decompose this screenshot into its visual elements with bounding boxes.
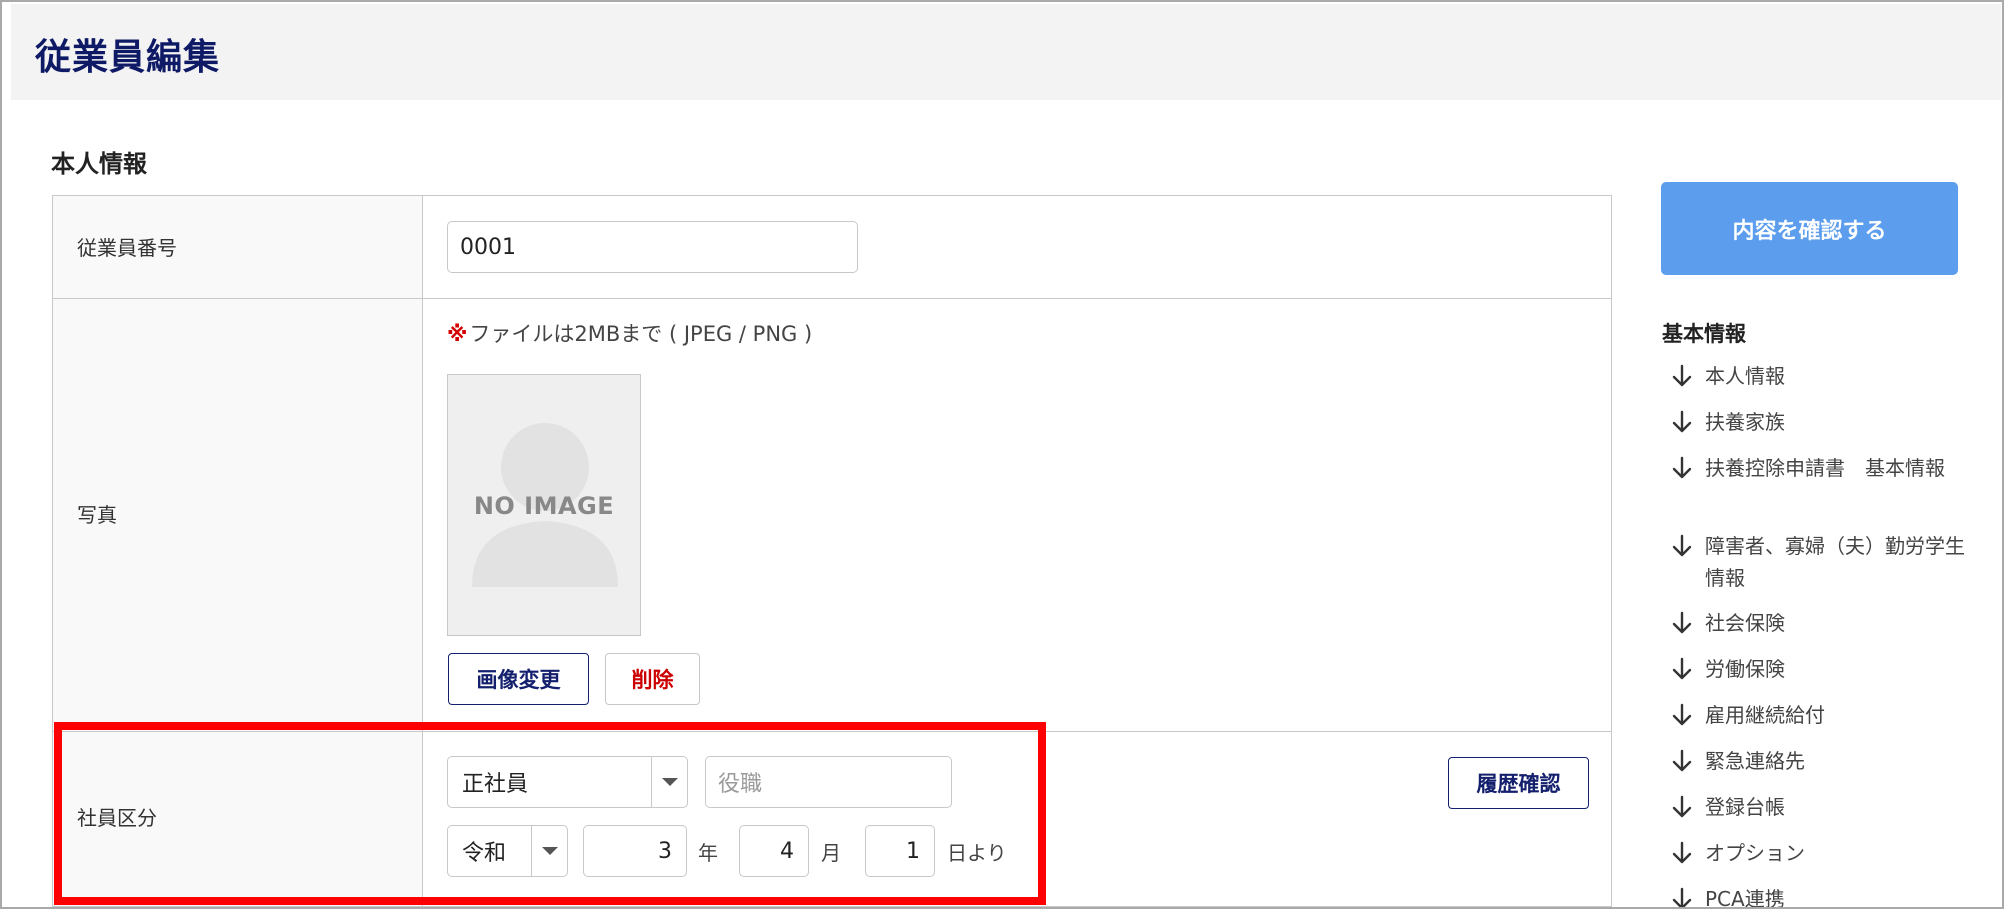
section-title: 本人情報 — [51, 150, 147, 178]
confirm-content-button[interactable]: 内容を確認する — [1661, 182, 1958, 275]
no-image-text: NO IMAGE — [473, 492, 615, 520]
history-button[interactable]: 履歴確認 — [1448, 757, 1589, 809]
arrow-down-icon — [1672, 795, 1692, 818]
sidebar-nav-label: 社会保険 — [1705, 611, 1785, 635]
sidebar-nav-label: 障害者、寡婦（夫）勤労学生情報 — [1705, 534, 1965, 590]
sidebar-nav-label: 扶養家族 — [1705, 410, 1785, 434]
arrow-down-icon — [1672, 749, 1692, 772]
sidebar-nav-label: 登録台帳 — [1705, 795, 1785, 819]
sidebar-nav-label: 扶養控除申請書 基本情報 — [1705, 456, 1945, 480]
sidebar-nav-label: 本人情報 — [1705, 364, 1785, 388]
arrow-down-icon — [1672, 841, 1692, 864]
arrow-down-icon — [1672, 364, 1692, 387]
photo-label: 写真 — [77, 503, 117, 527]
arrow-down-icon — [1672, 887, 1692, 907]
sidebar-heading: 基本情報 — [1662, 322, 1746, 346]
app-frame: 従業員編集 本人情報 従業員番号 0001 写真 ※ファイルは2MBまで ( J… — [0, 0, 2004, 909]
highlight-box — [54, 722, 1046, 905]
note-mark: ※ — [447, 322, 468, 346]
note-text: ファイルは2MBまで ( JPEG / PNG ) — [469, 322, 813, 346]
arrow-down-icon — [1672, 703, 1692, 726]
label-cell: 写真 — [53, 299, 423, 731]
arrow-down-icon — [1672, 410, 1692, 433]
arrow-down-icon — [1672, 456, 1692, 479]
employee-number-row: 従業員番号 0001 — [53, 196, 1611, 299]
sidebar-nav-label: オプション — [1705, 841, 1805, 865]
photo-placeholder: NO IMAGE — [447, 374, 641, 636]
sidebar-nav-label: PCA連携 — [1705, 887, 1785, 909]
photo-row: 写真 — [53, 299, 1611, 732]
arrow-down-icon — [1672, 611, 1692, 634]
page-title: 従業員編集 — [35, 37, 221, 78]
page-header: 従業員編集 — [11, 4, 2001, 100]
employee-number-input[interactable]: 0001 — [447, 221, 858, 273]
file-size-note: ※ファイルは2MBまで ( JPEG / PNG ) — [447, 318, 812, 348]
label-cell: 従業員番号 — [53, 196, 423, 298]
change-image-button[interactable]: 画像変更 — [448, 653, 589, 705]
sidebar-nav-label: 労働保険 — [1705, 657, 1785, 681]
sidebar-nav-label: 緊急連絡先 — [1705, 749, 1805, 773]
arrow-down-icon — [1672, 534, 1692, 557]
arrow-down-icon — [1672, 657, 1692, 680]
delete-image-button[interactable]: 削除 — [605, 653, 700, 705]
employee-number-label: 従業員番号 — [77, 236, 177, 260]
sidebar-nav-label: 雇用継続給付 — [1705, 703, 1825, 727]
